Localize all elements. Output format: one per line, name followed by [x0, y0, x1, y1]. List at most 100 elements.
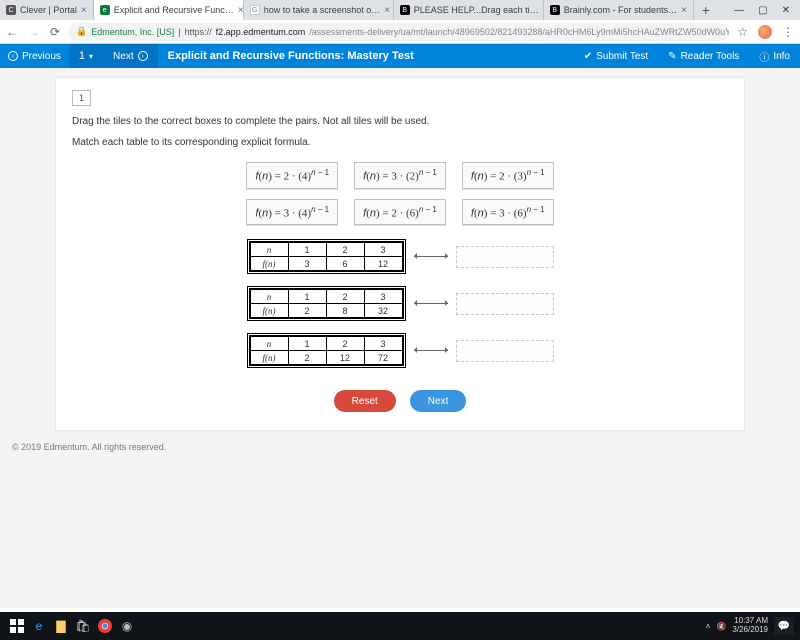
check-icon: ✔: [584, 51, 592, 62]
match-pair: n123 f(n)2832: [247, 286, 554, 321]
steam-icon[interactable]: ◉: [116, 615, 138, 637]
question-index: 1: [72, 90, 91, 106]
formula-tile[interactable]: f(n) = 3 · (6)n − 1: [462, 199, 554, 226]
address-bar[interactable]: 🔒 Edmentum, Inc. [US] | https:// f2.app.e…: [68, 23, 729, 41]
page-title: Explicit and Recursive Functions: Master…: [158, 50, 424, 62]
chevron-down-icon: ▾: [89, 52, 93, 61]
reset-button[interactable]: Reset: [334, 390, 396, 412]
lock-icon: 🔒: [76, 26, 87, 37]
tab-title: Brainly.com - For students…: [564, 5, 677, 15]
close-window-icon[interactable]: ✕: [782, 5, 790, 16]
url-sep: |: [178, 27, 180, 37]
drop-slot[interactable]: [456, 293, 554, 315]
new-tab-button[interactable]: +: [694, 2, 718, 18]
notifications-icon[interactable]: 💬: [774, 617, 794, 635]
pencil-icon: ✎: [668, 51, 676, 62]
chrome-icon[interactable]: [94, 615, 116, 637]
browser-tab[interactable]: B Brainly.com - For students… ×: [544, 0, 694, 20]
close-icon[interactable]: ×: [384, 5, 390, 16]
url-scheme: https://: [185, 27, 212, 37]
double-arrow-icon: [414, 350, 448, 351]
site-identity: Edmentum, Inc. [US]: [91, 27, 174, 37]
action-buttons: Reset Next: [72, 390, 728, 412]
browser-tab[interactable]: e Explicit and Recursive Func… ×: [94, 0, 244, 20]
next-button[interactable]: Next ›: [103, 44, 158, 68]
drop-slot[interactable]: [456, 340, 554, 362]
formula-tile[interactable]: f(n) = 3 · (4)n − 1: [246, 199, 338, 226]
favicon-icon: G: [250, 5, 260, 15]
close-icon[interactable]: ×: [681, 5, 687, 16]
chevron-right-icon: ›: [138, 51, 148, 61]
match-pair: n123 f(n)21272: [247, 333, 554, 368]
tile-row: f(n) = 2 · (4)n − 1 f(n) = 3 · (2)n − 1 …: [72, 162, 728, 189]
favicon-icon: B: [550, 5, 560, 15]
question-number-selector[interactable]: 1 ▾: [69, 44, 103, 68]
address-bar-row: ← → ⟳ 🔒 Edmentum, Inc. [US] | https:// f2…: [0, 20, 800, 44]
back-icon[interactable]: ←: [6, 25, 18, 39]
tab-title: how to take a screenshot o…: [264, 5, 381, 15]
question-card: 1 Drag the tiles to the correct boxes to…: [56, 78, 744, 430]
date-label: 3/26/2019: [732, 626, 768, 635]
tab-strip: C Clever | Portal × e Explicit and Recur…: [0, 0, 800, 20]
info-icon: ⓘ: [759, 49, 769, 64]
clock[interactable]: 10:37 AM 3/26/2019: [732, 617, 768, 635]
edge-icon[interactable]: e: [28, 615, 50, 637]
favicon-icon: B: [400, 5, 410, 15]
url-domain: f2.app.edmentum.com: [216, 27, 306, 37]
volume-icon[interactable]: 🔇: [716, 622, 726, 631]
profile-avatar[interactable]: [758, 25, 772, 39]
minimize-icon[interactable]: —: [734, 5, 744, 16]
file-explorer-icon[interactable]: ▇: [50, 615, 72, 637]
browser-chrome: C Clever | Portal × e Explicit and Recur…: [0, 0, 800, 44]
maximize-icon[interactable]: ▢: [758, 5, 767, 16]
favicon-icon: C: [6, 5, 16, 15]
value-table: n123 f(n)3612: [247, 239, 406, 274]
store-icon[interactable]: 🛍: [72, 615, 94, 637]
formula-tile[interactable]: f(n) = 3 · (2)n − 1: [354, 162, 446, 189]
chevron-left-icon: ‹: [8, 51, 18, 61]
question-stem: Drag the tiles to the correct boxes to c…: [72, 116, 728, 127]
match-pair: n123 f(n)3612: [247, 239, 554, 274]
system-tray[interactable]: ˄ 🔇 10:37 AM 3/26/2019 💬: [706, 617, 794, 635]
start-button[interactable]: [6, 615, 28, 637]
pairs-area: n123 f(n)3612 n123 f(n)2832: [72, 239, 728, 368]
copyright: © 2019 Edmentum. All rights reserved.: [0, 434, 800, 460]
double-arrow-icon: [414, 256, 448, 257]
reload-icon[interactable]: ⟳: [50, 25, 60, 39]
tile-row: f(n) = 3 · (4)n − 1 f(n) = 2 · (6)n − 1 …: [72, 199, 728, 226]
submit-label: Submit Test: [596, 51, 648, 62]
drop-slot[interactable]: [456, 246, 554, 268]
tab-title: Explicit and Recursive Func…: [114, 5, 234, 15]
tab-title: PLEASE HELP...Drag each ti…: [414, 5, 539, 15]
url-path: /assessments-delivery/ua/mt/launch/48969…: [309, 27, 729, 37]
previous-label: Previous: [22, 51, 61, 62]
browser-tab[interactable]: B PLEASE HELP...Drag each ti… ×: [394, 0, 544, 20]
formula-tile[interactable]: f(n) = 2 · (6)n − 1: [354, 199, 446, 226]
formula-tile[interactable]: f(n) = 2 · (3)n − 1: [462, 162, 554, 189]
tray-chevron-icon[interactable]: ˄: [706, 622, 711, 631]
close-icon[interactable]: ×: [238, 5, 244, 16]
next-question-button[interactable]: Next: [410, 390, 467, 412]
star-icon[interactable]: ☆: [737, 25, 748, 39]
tab-title: Clever | Portal: [20, 5, 77, 15]
browser-tab[interactable]: C Clever | Portal ×: [0, 0, 94, 20]
menu-icon[interactable]: ⋮: [782, 25, 794, 39]
info-button[interactable]: ⓘ Info: [749, 49, 800, 64]
value-table: n123 f(n)21272: [247, 333, 406, 368]
browser-tab[interactable]: G how to take a screenshot o… ×: [244, 0, 394, 20]
reader-label: Reader Tools: [681, 51, 740, 62]
question-substem: Match each table to its corresponding ex…: [72, 137, 728, 148]
value-table: n123 f(n)2832: [247, 286, 406, 321]
favicon-icon: e: [100, 5, 110, 15]
windows-taskbar: e ▇ 🛍 ◉ ˄ 🔇 10:37 AM 3/26/2019 💬: [0, 612, 800, 640]
forward-icon[interactable]: →: [28, 25, 40, 39]
info-label: Info: [773, 51, 790, 62]
formula-tile[interactable]: f(n) = 2 · (4)n − 1: [246, 162, 338, 189]
previous-button[interactable]: ‹ Previous: [0, 44, 69, 68]
reader-tools-button[interactable]: ✎ Reader Tools: [658, 51, 749, 62]
content-area: 1 Drag the tiles to the correct boxes to…: [0, 68, 800, 608]
next-label: Next: [113, 51, 134, 62]
close-icon[interactable]: ×: [81, 5, 87, 16]
submit-test-button[interactable]: ✔ Submit Test: [574, 51, 658, 62]
double-arrow-icon: [414, 303, 448, 304]
